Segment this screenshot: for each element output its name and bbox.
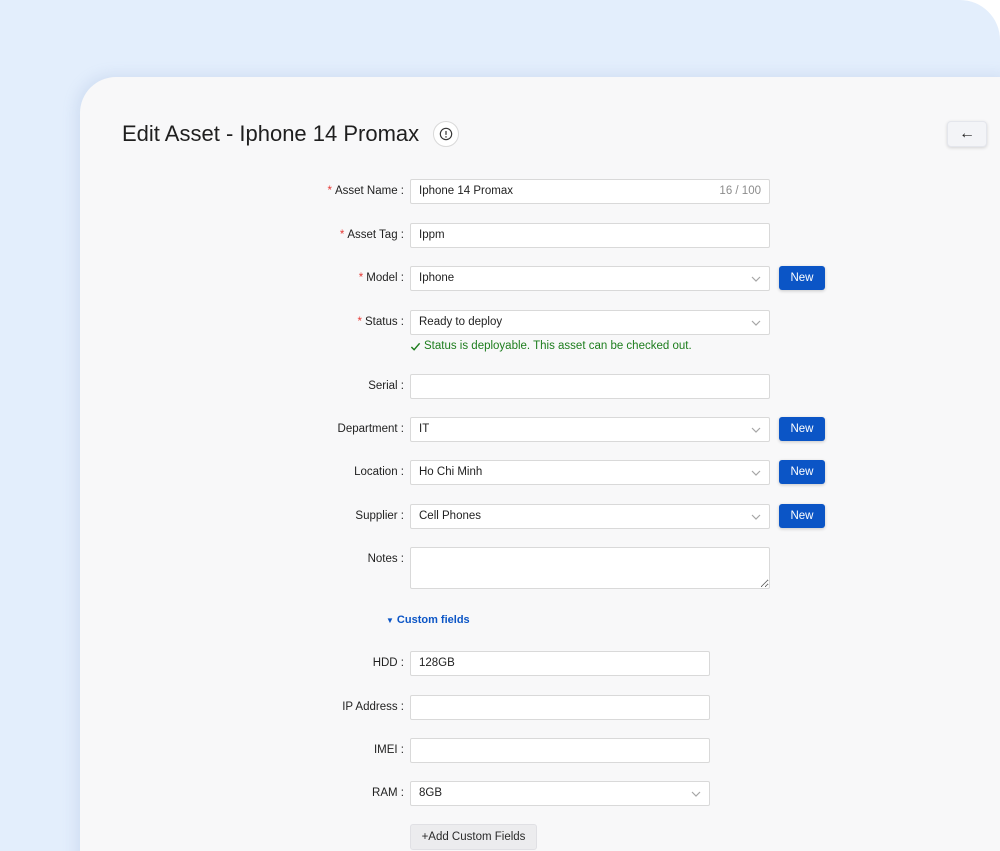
model-label: * Model : [358,272,404,284]
department-label: Department : [337,423,404,435]
check-icon [410,342,421,351]
custom-fields-toggle[interactable]: ▼ Custom fields [386,614,470,626]
arrow-left-icon: ← [959,125,975,142]
asset-tag-label: * Asset Tag : [339,229,404,241]
supplier-select[interactable]: Cell Phones [410,504,770,529]
chevron-down-icon [691,782,701,808]
new-supplier-button[interactable]: New [779,504,825,528]
status-label: * Status : [357,316,404,328]
info-icon[interactable] [433,121,459,147]
supplier-label: Supplier : [355,510,404,522]
add-custom-fields-button[interactable]: +Add Custom Fields [410,824,537,850]
serial-label: Serial : [368,380,404,392]
caret-down-icon: ▼ [386,615,394,625]
new-department-button[interactable]: New [779,417,825,441]
char-count: 16 / 100 [719,185,761,197]
info-circle-icon [439,127,453,141]
hdd-label: HDD : [372,657,404,669]
model-select[interactable]: Iphone [410,266,770,291]
status-help-text: Status is deployable. This asset can be … [410,340,692,352]
chevron-down-icon [751,267,761,293]
location-select[interactable]: Ho Chi Minh [410,460,770,485]
imei-label: IMEI : [373,744,404,756]
chevron-down-icon [751,505,761,531]
status-select[interactable]: Ready to deploy [410,310,770,335]
asset-name-label: * Asset Name : [327,185,404,197]
new-model-button[interactable]: New [779,266,825,290]
back-button[interactable]: ← [947,121,987,147]
page-title: Edit Asset - Iphone 14 Promax [122,121,420,146]
ram-label: RAM : [372,787,404,799]
ip-address-label: IP Address : [342,701,404,713]
serial-input[interactable] [410,374,770,399]
department-select[interactable]: IT [410,417,770,442]
location-label: Location : [354,466,404,478]
notes-label: Notes : [367,553,404,565]
asset-tag-input[interactable]: Ippm [410,223,770,248]
ip-address-input[interactable] [410,695,710,720]
chevron-down-icon [751,461,761,487]
new-location-button[interactable]: New [779,460,825,484]
chevron-down-icon [751,418,761,444]
chevron-down-icon [751,311,761,337]
hdd-input[interactable]: 128GB [410,651,710,676]
imei-input[interactable] [410,738,710,763]
ram-select[interactable]: 8GB [410,781,710,806]
notes-textarea[interactable] [410,547,770,589]
asset-name-input[interactable]: Iphone 14 Promax 16 / 100 [410,179,770,204]
